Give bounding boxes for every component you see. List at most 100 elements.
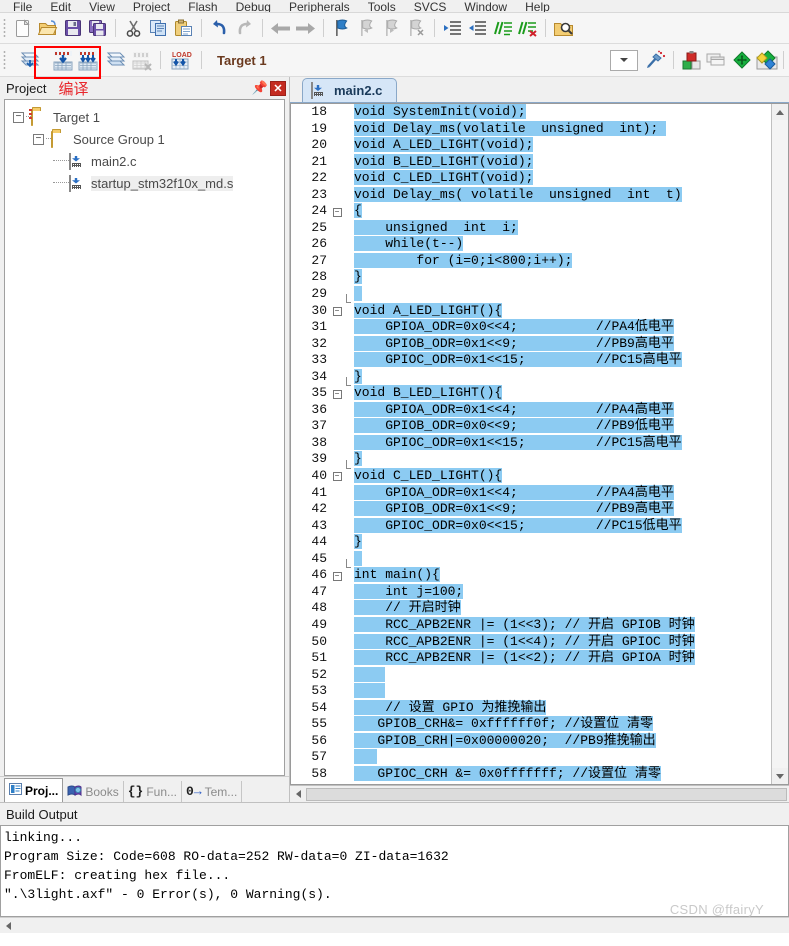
code-line[interactable]: 41 GPIOA_ODR=0x1<<4; //PA4高电平 bbox=[291, 484, 771, 502]
code-line[interactable]: 58 GPIOC_CRH &= 0x0fffffff; //设置位 清零 bbox=[291, 765, 771, 783]
menu-item-peripherals[interactable]: Peripherals bbox=[280, 1, 359, 12]
menu-item-help[interactable]: Help bbox=[516, 1, 559, 12]
target-selector-label[interactable]: Target 1 bbox=[217, 53, 267, 68]
code-line[interactable]: 21 void B_LED_LIGHT(void); bbox=[291, 153, 771, 171]
comment-icon[interactable] bbox=[490, 16, 515, 41]
code-line[interactable]: 49 RCC_APB2ENR |= (1<<3); // 开启 GPIOB 时钟 bbox=[291, 616, 771, 634]
navigate-forward-icon[interactable] bbox=[293, 16, 318, 41]
code-line[interactable]: 47 int j=100; bbox=[291, 583, 771, 601]
tab-templates[interactable]: 0→ Tem... bbox=[182, 781, 243, 802]
menu-item-debug[interactable]: Debug bbox=[227, 1, 280, 12]
code-line[interactable]: 28} bbox=[291, 269, 771, 287]
tree-item-startup-s[interactable]: startup_stm32f10x_md.s bbox=[5, 172, 284, 194]
tab-project[interactable]: Proj... bbox=[4, 778, 64, 802]
download-icon[interactable]: LOAD bbox=[166, 48, 196, 73]
fold-toggle-icon[interactable]: − bbox=[332, 386, 342, 402]
tree-item-main2-c[interactable]: main2.c bbox=[5, 150, 284, 172]
menu-item-edit[interactable]: Edit bbox=[41, 1, 80, 12]
editor-tab-main2-c[interactable]: main2.c bbox=[302, 78, 398, 102]
code-line[interactable]: 26 while(t--) bbox=[291, 236, 771, 253]
fold-toggle-icon[interactable]: − bbox=[332, 568, 342, 584]
code-line[interactable]: 55 GPIOB_CRH&= 0xffffff0f; //设置位 清零 bbox=[291, 716, 771, 733]
code-line[interactable]: 52 bbox=[291, 666, 771, 684]
menu-item-project[interactable]: Project bbox=[124, 1, 179, 12]
code-line[interactable]: 37 GPIOB_ODR=0x0<<9; //PB9低电平 bbox=[291, 418, 771, 435]
scroll-thumb[interactable] bbox=[306, 787, 787, 801]
code-line[interactable]: 38 GPIOC_ODR=0x1<<15; //PC15高电平 bbox=[291, 434, 771, 452]
code-line[interactable]: 35− void B_LED_LIGHT(){ bbox=[291, 385, 771, 402]
translate-icon[interactable] bbox=[18, 48, 43, 73]
tab-functions[interactable]: {} Fun... bbox=[124, 781, 182, 802]
close-icon[interactable]: ✕ bbox=[270, 80, 286, 96]
run-utility-icon[interactable] bbox=[754, 48, 779, 73]
fold-toggle-icon[interactable]: − bbox=[332, 204, 342, 220]
fold-toggle-icon[interactable]: − bbox=[332, 303, 342, 319]
indent-right-icon[interactable] bbox=[440, 16, 465, 41]
code-line[interactable]: 22 void C_LED_LIGHT(void); bbox=[291, 170, 771, 187]
scroll-track[interactable] bbox=[772, 120, 788, 768]
menu-item-window[interactable]: Window bbox=[455, 1, 516, 12]
manage-project-items-icon[interactable] bbox=[679, 48, 704, 73]
bookmark-clear-icon[interactable] bbox=[404, 16, 429, 41]
open-file-icon[interactable] bbox=[35, 16, 60, 41]
code-line[interactable]: 24−{ bbox=[291, 203, 771, 220]
stop-build-icon[interactable] bbox=[129, 48, 154, 73]
batch-build-icon[interactable] bbox=[104, 48, 129, 73]
tree-item-target[interactable]: − Target 1 bbox=[5, 106, 284, 128]
navigate-back-icon[interactable] bbox=[268, 16, 293, 41]
bookmark-prev-icon[interactable] bbox=[354, 16, 379, 41]
code-line[interactable]: 51 RCC_APB2ENR |= (1<<2); // 开启 GPIOA 时钟 bbox=[291, 650, 771, 667]
redo-icon[interactable] bbox=[232, 16, 257, 41]
code-line[interactable]: 46− int main(){ bbox=[291, 567, 771, 584]
scroll-left-icon[interactable] bbox=[290, 790, 306, 798]
scroll-down-icon[interactable] bbox=[772, 768, 788, 784]
find-in-files-icon[interactable] bbox=[551, 16, 576, 41]
code-line[interactable]: 50 RCC_APB2ENR |= (1<<4); // 开启 GPIOC 时钟 bbox=[291, 633, 771, 651]
code-line[interactable]: 45 bbox=[291, 550, 771, 569]
uncomment-icon[interactable] bbox=[515, 16, 540, 41]
copy-icon[interactable] bbox=[146, 16, 171, 41]
undo-icon[interactable] bbox=[207, 16, 232, 41]
rebuild-icon[interactable] bbox=[75, 48, 100, 73]
code-line[interactable]: 39} bbox=[291, 451, 771, 469]
build-icon[interactable] bbox=[50, 48, 75, 73]
editor-horizontal-scrollbar[interactable] bbox=[290, 785, 789, 802]
target-dropdown[interactable] bbox=[610, 49, 638, 71]
bookmark-next-icon[interactable] bbox=[379, 16, 404, 41]
new-file-icon[interactable] bbox=[10, 16, 35, 41]
editor-vertical-scrollbar[interactable] bbox=[771, 104, 788, 784]
target-options-icon[interactable] bbox=[643, 48, 668, 73]
cut-icon[interactable] bbox=[121, 16, 146, 41]
code-line[interactable]: 34} bbox=[291, 368, 771, 387]
multi-project-icon[interactable] bbox=[704, 48, 729, 73]
code-line[interactable]: 48 // 开启时钟 bbox=[291, 600, 771, 617]
tab-books[interactable]: Books bbox=[63, 781, 124, 802]
pack-installer-icon[interactable] bbox=[729, 48, 754, 73]
pin-icon[interactable]: 📌 bbox=[252, 80, 268, 96]
scroll-left-icon[interactable] bbox=[0, 921, 16, 930]
fold-toggle-icon[interactable]: − bbox=[332, 468, 342, 484]
code-line[interactable]: 36 GPIOA_ODR=0x1<<4; //PA4高电平 bbox=[291, 401, 771, 419]
code-line[interactable]: 30− void A_LED_LIGHT(){ bbox=[291, 302, 771, 320]
code-line[interactable]: 53 bbox=[291, 683, 771, 700]
code-line[interactable]: 56 GPIOB_CRH|=0x00000020; //PB9推挽输出 bbox=[291, 732, 771, 750]
code-line[interactable]: 44} bbox=[291, 534, 771, 551]
code-line[interactable]: 29 bbox=[291, 286, 771, 304]
code-line[interactable]: 33 GPIOC_ODR=0x1<<15; //PC15高电平 bbox=[291, 352, 771, 369]
paste-icon[interactable] bbox=[171, 16, 196, 41]
code-line[interactable]: 25 unsigned int i; bbox=[291, 219, 771, 237]
menu-item-svcs[interactable]: SVCS bbox=[405, 1, 456, 12]
code-line[interactable]: 18 void SystemInit(void); bbox=[291, 104, 771, 121]
save-icon[interactable] bbox=[60, 16, 85, 41]
code-line[interactable]: 32 GPIOB_ODR=0x1<<9; //PB9高电平 bbox=[291, 335, 771, 353]
code-line[interactable]: 20 void A_LED_LIGHT(void); bbox=[291, 137, 771, 154]
tree-item-source-group[interactable]: − Source Group 1 bbox=[5, 128, 284, 150]
expander-icon[interactable]: − bbox=[33, 133, 44, 145]
menu-item-view[interactable]: View bbox=[80, 1, 124, 12]
code-line[interactable]: 43 GPIOC_ODR=0x0<<15; //PC15低电平 bbox=[291, 517, 771, 535]
expander-icon[interactable]: − bbox=[13, 111, 24, 123]
menu-item-file[interactable]: File bbox=[4, 1, 41, 12]
code-line[interactable]: 31 GPIOA_ODR=0x0<<4; //PA4低电平 bbox=[291, 319, 771, 336]
scroll-up-icon[interactable] bbox=[772, 104, 788, 120]
code-line[interactable]: 19 void Delay_ms(volatile unsigned int); bbox=[291, 120, 771, 138]
